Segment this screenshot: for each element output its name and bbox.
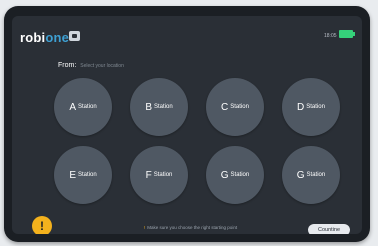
from-hint: Select your location — [80, 63, 124, 69]
station-e-button[interactable]: E Station — [54, 146, 112, 204]
station-b-button[interactable]: B Station — [130, 78, 188, 136]
alert-button[interactable]: ! — [32, 216, 52, 234]
app-window-icon — [69, 31, 80, 41]
station-g-button[interactable]: G Station — [206, 146, 264, 204]
station-word: Station — [230, 104, 249, 110]
continue-button[interactable]: Countine — [308, 224, 350, 234]
app-screen: robione 18:05 From: Select your location… — [12, 16, 362, 234]
battery-full-icon — [339, 30, 355, 38]
station-letter: A — [69, 101, 76, 113]
station-d-button[interactable]: D Station — [282, 78, 340, 136]
brand-text-one: one — [45, 30, 70, 45]
tablet-device: robione 18:05 From: Select your location… — [4, 6, 370, 242]
note-text: Make sure you choose the right starting … — [147, 225, 238, 230]
from-prompt: From: Select your location — [58, 62, 124, 69]
station-f-button[interactable]: F Station — [130, 146, 188, 204]
station-word: Station — [77, 172, 97, 178]
station-letter: E — [69, 169, 76, 181]
warning-icon: ! — [144, 225, 146, 230]
station-letter: F — [145, 169, 152, 181]
station-letter: B — [145, 101, 152, 113]
clock: 18:05 — [324, 33, 337, 39]
starting-point-note: ! Make sure you choose the right starting… — [144, 225, 237, 230]
station-word: Station — [306, 172, 326, 178]
brand-text-robi: robi — [20, 30, 46, 45]
station-word: Station — [153, 104, 173, 110]
station-word: Station — [230, 172, 250, 178]
station-letter: D — [297, 101, 305, 113]
station-g2-button[interactable]: G Station — [282, 146, 340, 204]
from-label: From: — [58, 62, 77, 69]
station-word: Station — [306, 104, 325, 110]
station-c-button[interactable]: C Station — [206, 78, 264, 136]
station-letter: C — [221, 101, 229, 113]
station-letter: G — [296, 169, 305, 181]
station-word: Station — [153, 172, 173, 178]
exclamation-icon: ! — [40, 219, 44, 233]
station-word: Station — [77, 104, 97, 110]
station-a-button[interactable]: A Station — [54, 78, 112, 136]
station-letter: G — [220, 169, 229, 181]
brand-logo: robione — [20, 30, 69, 45]
